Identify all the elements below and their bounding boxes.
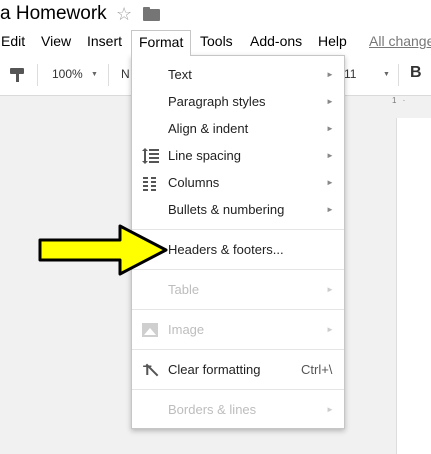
menu-item-label: Text (168, 67, 192, 82)
menu-item-label: Headers & footers... (168, 242, 284, 257)
menu-help[interactable]: Help (311, 30, 354, 54)
menu-item-label: Table (168, 282, 200, 297)
submenu-arrow-icon: ► (326, 124, 334, 133)
submenu-arrow-icon: ► (326, 405, 334, 414)
menu-item-shortcut: Ctrl+\ (301, 362, 333, 377)
menu-divider (132, 309, 344, 310)
document-page[interactable] (396, 118, 431, 454)
menu-tools[interactable]: Tools (193, 30, 240, 54)
menu-item-label: Paragraph styles (168, 94, 266, 109)
submenu-arrow-icon: ► (326, 151, 334, 160)
font-select[interactable]: N (121, 67, 130, 81)
menu-format[interactable]: Format (131, 30, 192, 56)
submenu-arrow-icon: ► (326, 178, 334, 187)
menu-divider (132, 349, 344, 350)
zoom-select[interactable]: 100% (52, 67, 83, 81)
image-icon (142, 322, 159, 338)
menu-view[interactable]: View (34, 30, 78, 54)
menu-item-align-indent[interactable]: Align & indent ► (132, 116, 344, 142)
menu-item-label: Image (168, 322, 205, 337)
submenu-arrow-icon: ► (326, 97, 334, 106)
all-changes-link[interactable]: All change (362, 30, 431, 54)
ruler-marks: 1 · (392, 96, 408, 105)
menu-item-columns[interactable]: Columns ► (132, 170, 344, 196)
menu-item-table: Table ► (132, 277, 344, 303)
menu-item-line-spacing[interactable]: Line spacing ► (132, 143, 344, 169)
menu-item-bullets-numbering[interactable]: Bullets & numbering ► (132, 197, 344, 223)
menu-item-label: Columns (168, 175, 220, 190)
document-title[interactable]: a Homework (0, 3, 107, 25)
yellow-arrow-icon (38, 224, 168, 276)
menu-edit[interactable]: Edit (0, 30, 32, 54)
clear-formatting-icon: T (142, 362, 159, 378)
menu-item-paragraph-styles[interactable]: Paragraph styles ► (132, 89, 344, 115)
folder-icon[interactable] (143, 7, 160, 21)
menu-item-image: Image ► (132, 317, 344, 343)
menu-add-ons[interactable]: Add-ons (243, 30, 309, 54)
menu-item-label: Align & indent (168, 121, 249, 136)
menu-divider (132, 389, 344, 390)
menu-item-text[interactable]: Text ► (132, 62, 344, 88)
menu-item-label: Borders & lines (168, 402, 257, 417)
toolbar-divider (108, 64, 109, 86)
menu-item-borders-lines: Borders & lines ► (132, 397, 344, 423)
star-icon[interactable]: ☆ (116, 4, 132, 25)
chevron-down-icon[interactable]: ▼ (91, 71, 98, 78)
menu-item-clear-formatting[interactable]: T Clear formatting Ctrl+\ (132, 357, 344, 383)
line-spacing-icon (142, 148, 159, 164)
bold-button[interactable]: B (410, 64, 422, 82)
menu-bar: Edit View Insert Format Tools Add-ons He… (0, 30, 431, 56)
submenu-arrow-icon: ► (326, 205, 334, 214)
title-bar: a Homework ☆ (0, 0, 431, 30)
toolbar-divider (37, 64, 38, 86)
menu-insert[interactable]: Insert (80, 30, 129, 54)
font-size-select[interactable]: 11 (344, 67, 356, 81)
columns-icon (142, 175, 159, 191)
submenu-arrow-icon: ► (326, 285, 334, 294)
toolbar-divider (398, 64, 399, 86)
submenu-arrow-icon: ► (326, 70, 334, 79)
menu-item-label: Bullets & numbering (168, 202, 285, 217)
menu-item-label: Clear formatting (168, 362, 261, 377)
menu-item-label: Line spacing (168, 148, 241, 163)
submenu-arrow-icon: ► (326, 325, 334, 334)
paint-format-icon[interactable] (10, 68, 24, 82)
chevron-down-icon[interactable]: ▼ (383, 71, 390, 78)
